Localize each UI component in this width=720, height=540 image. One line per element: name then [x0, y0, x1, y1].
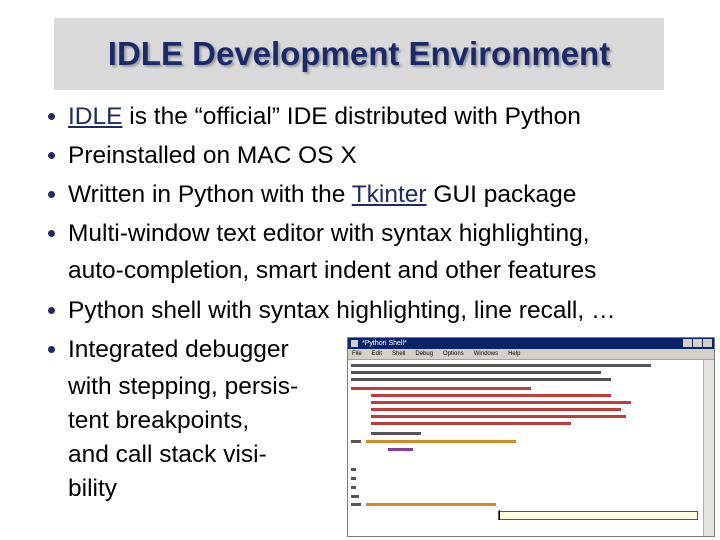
menu-item: Options [443, 351, 464, 357]
minimize-icon [683, 339, 692, 347]
code-line [371, 422, 571, 425]
bullet-dot-icon [48, 191, 55, 198]
bullet-dot-icon [48, 152, 55, 159]
bullet-continuation: bility [68, 475, 118, 502]
bullet-continuation: tent breakpoints, [68, 407, 250, 434]
window-title: *Python Shell* [362, 340, 407, 347]
bullet-continuation: with stepping, persis- [68, 373, 299, 400]
bullet-text: Integrated debugger [68, 336, 289, 363]
bullet-text: Preinstalled on MAC OS X [68, 142, 357, 169]
code-line [351, 371, 601, 374]
code-line [351, 468, 356, 471]
menu-item: Debug [415, 351, 434, 357]
code-line [351, 378, 611, 381]
close-icon [703, 339, 712, 347]
bullet-text: Python shell with syntax highlighting, l… [68, 297, 616, 324]
idle-link[interactable]: IDLE [68, 103, 122, 130]
code-line [351, 503, 361, 506]
code-line [351, 495, 359, 498]
menu-item: Edit [371, 351, 383, 357]
code-line [366, 440, 516, 443]
code-line [351, 440, 361, 443]
code-line [371, 432, 421, 435]
bullet-text: Multi-window text editor with syntax hig… [68, 220, 590, 247]
menu-item: File [352, 351, 362, 357]
bullet-continuation: auto-completion, smart indent and other … [68, 257, 597, 284]
title-box: IDLE Development Environment [54, 18, 664, 90]
menu-item: Windows [473, 351, 499, 357]
shell-text-area [348, 360, 704, 536]
code-line [351, 477, 356, 480]
vertical-scrollbar[interactable] [703, 360, 714, 536]
calltip-popup [498, 511, 698, 520]
window-controls [683, 339, 712, 347]
code-line [371, 394, 611, 397]
bullet-text: Written in Python with the [68, 181, 352, 208]
bullet-dot-icon [48, 230, 55, 237]
bullet-dot-icon [48, 307, 55, 314]
bullet-text: is the “official” IDE distributed with P… [122, 103, 581, 130]
window-titlebar: *Python Shell* [348, 338, 714, 349]
text-cursor [499, 510, 500, 520]
maximize-icon [693, 339, 702, 347]
code-line [366, 503, 496, 506]
app-icon [351, 340, 358, 347]
code-line [351, 387, 531, 390]
code-line [351, 486, 356, 489]
menu-item: Help [508, 351, 521, 357]
code-line [371, 401, 631, 404]
bullet-dot-icon [48, 346, 55, 353]
window-menubar: File Edit Shell Debug Options Windows He… [348, 349, 714, 360]
python-shell-screenshot: *Python Shell* File Edit Shell Debug Opt… [347, 337, 715, 537]
code-line [371, 415, 626, 418]
bullet-dot-icon [48, 113, 55, 120]
code-line [351, 364, 651, 367]
code-line [371, 408, 621, 411]
code-line [388, 448, 413, 451]
tkinter-link[interactable]: Tkinter [352, 181, 427, 208]
menu-item: Shell [392, 351, 406, 357]
bullet-text: GUI package [426, 181, 577, 208]
bullet-continuation: and call stack visi- [68, 441, 267, 468]
slide-title: IDLE Development Environment [107, 35, 611, 72]
